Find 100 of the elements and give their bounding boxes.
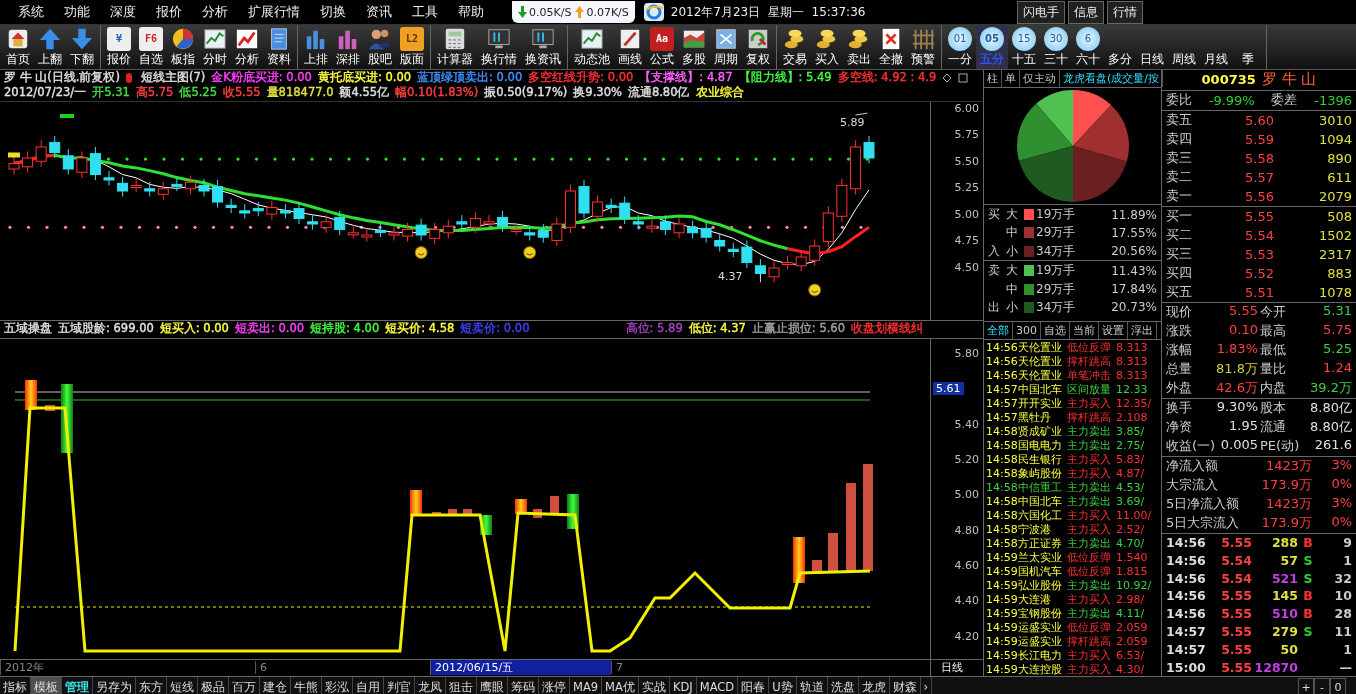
toolbar-button[interactable]: 05 五分 bbox=[976, 25, 1008, 69]
list-tab[interactable]: 自选 bbox=[1041, 321, 1070, 339]
toolbar-button[interactable]: 换资讯 bbox=[521, 25, 565, 69]
menu-item[interactable]: 分析 bbox=[192, 3, 238, 21]
zoom-control[interactable]: - bbox=[1314, 678, 1330, 694]
panel-tab[interactable]: 仅主动 bbox=[1020, 70, 1060, 88]
list-tab[interactable]: 300 bbox=[1013, 321, 1041, 339]
level-price: 5.60 bbox=[1244, 112, 1274, 128]
template-tab[interactable]: 牛熊 bbox=[291, 677, 322, 694]
zoom-control[interactable]: + bbox=[1298, 678, 1314, 694]
toolbar-button[interactable]: 分时 bbox=[199, 25, 231, 69]
template-tab[interactable]: 判官 bbox=[384, 677, 415, 694]
toolbar-button[interactable]: 上翻 bbox=[34, 25, 66, 69]
template-tab[interactable]: 百万 bbox=[229, 677, 260, 694]
panel-tab[interactable]: 龙虎看盘(成交量/按 bbox=[1060, 70, 1163, 88]
toolbar-button[interactable]: F6 自选 bbox=[135, 25, 167, 69]
menu-item[interactable]: 帮助 bbox=[448, 3, 494, 21]
toolbar-button[interactable]: 01 一分 bbox=[944, 25, 976, 69]
template-tab[interactable]: 建仓 bbox=[260, 677, 291, 694]
menu-item[interactable]: 功能 bbox=[54, 3, 100, 21]
toolbar-button[interactable]: 首页 bbox=[2, 25, 34, 69]
header-button[interactable]: 闪电手 bbox=[1017, 0, 1065, 24]
template-tab[interactable]: 东方 bbox=[136, 677, 167, 694]
template-tab[interactable]: 另存为 bbox=[93, 677, 136, 694]
template-tab[interactable]: 阳春 bbox=[738, 677, 770, 694]
toolbar-button[interactable]: 下翻 bbox=[66, 25, 98, 69]
toolbar-button[interactable]: 月线 bbox=[1200, 25, 1232, 69]
header-button[interactable]: 行情 bbox=[1107, 0, 1143, 24]
template-tab[interactable]: 鹰眼 bbox=[477, 677, 508, 694]
template-tab[interactable]: 狙击 bbox=[446, 677, 477, 694]
list-tab[interactable]: 当前 bbox=[1070, 321, 1099, 339]
toolbar-button[interactable]: 多分 bbox=[1104, 25, 1136, 69]
template-tab[interactable]: 模板 bbox=[31, 677, 62, 694]
template-tab[interactable]: 龙虎 bbox=[858, 677, 890, 694]
toolbar-button[interactable]: 复权 bbox=[742, 25, 774, 69]
toolbar-button[interactable]: 分析 bbox=[231, 25, 263, 69]
template-tab[interactable]: 涨停 bbox=[539, 677, 570, 694]
template-tab[interactable]: 极品 bbox=[198, 677, 229, 694]
side-label: 买 bbox=[988, 206, 1001, 224]
template-tab[interactable]: MA9 bbox=[570, 677, 603, 694]
toolbar-button[interactable]: 上排 bbox=[300, 25, 332, 69]
toolbar-button[interactable]: 动态池 bbox=[570, 25, 614, 69]
template-tab[interactable]: 短线 bbox=[167, 677, 198, 694]
toolbar-button[interactable]: L2 版面 bbox=[396, 25, 428, 69]
list-tab[interactable]: 浮出 bbox=[1128, 321, 1157, 339]
panel-tab[interactable]: 单 bbox=[1002, 70, 1020, 88]
toolbar-button[interactable]: 周期 bbox=[710, 25, 742, 69]
toolbar-button[interactable]: Aa 公式 bbox=[646, 25, 678, 69]
list-tab[interactable]: 设置 bbox=[1099, 321, 1128, 339]
menu-item[interactable]: 系统 bbox=[8, 3, 54, 21]
template-tab[interactable]: KDJ bbox=[669, 677, 697, 694]
template-tab[interactable]: U势 bbox=[769, 677, 797, 694]
template-tab[interactable]: 轨道 bbox=[796, 677, 828, 694]
square-icon[interactable] bbox=[958, 72, 969, 83]
template-tab[interactable]: 龙凤 bbox=[415, 677, 446, 694]
toolbar-button[interactable]: ¥ 报价 bbox=[103, 25, 135, 69]
toolbar-button[interactable]: 卖出 bbox=[843, 25, 875, 69]
toolbar-button[interactable]: 预警 bbox=[907, 25, 939, 69]
toolbar-button[interactable]: 日线 bbox=[1136, 25, 1168, 69]
toolbar-button[interactable]: 30 三十 bbox=[1040, 25, 1072, 69]
toolbar-button[interactable]: 15 十五 bbox=[1008, 25, 1040, 69]
template-tab[interactable]: 实战 bbox=[638, 677, 670, 694]
toolbar-button[interactable]: 换行情 bbox=[477, 25, 521, 69]
menu-item[interactable]: 工具 bbox=[402, 3, 448, 21]
toolbar-button[interactable]: 画线 bbox=[614, 25, 646, 69]
more-tabs-button[interactable]: › bbox=[920, 677, 933, 694]
template-tab[interactable]: 洗盘 bbox=[827, 677, 859, 694]
smiley-icon bbox=[808, 283, 822, 297]
toolbar-button[interactable]: 全撤 bbox=[875, 25, 907, 69]
toolbar-button[interactable]: 深排 bbox=[332, 25, 364, 69]
toolbar-button[interactable]: 计算器 bbox=[433, 25, 477, 69]
diamond-icon[interactable] bbox=[942, 72, 953, 83]
header-button[interactable]: 信息 bbox=[1068, 0, 1104, 24]
template-tab[interactable]: MACD bbox=[696, 677, 739, 694]
menu-item[interactable]: 扩展行情 bbox=[238, 3, 310, 21]
toolbar-button[interactable]: 交易 bbox=[779, 25, 811, 69]
field-value: 8.80亿 bbox=[1310, 418, 1352, 437]
template-tab[interactable]: 自用 bbox=[353, 677, 384, 694]
toolbar-button[interactable]: 买入 bbox=[811, 25, 843, 69]
toolbar-button[interactable]: 资料 bbox=[263, 25, 295, 69]
toolbar-button[interactable]: 季 bbox=[1232, 25, 1264, 69]
template-tab[interactable]: MA优 bbox=[602, 677, 639, 694]
list-tab[interactable]: 全部 bbox=[984, 321, 1013, 339]
toolbar-button[interactable]: 板指 bbox=[167, 25, 199, 69]
toolbar-button[interactable]: 股吧 bbox=[364, 25, 396, 69]
template-tab[interactable]: 管理 bbox=[62, 677, 93, 694]
menu-item[interactable]: 资讯 bbox=[356, 3, 402, 21]
candlestick bbox=[524, 225, 536, 241]
template-tab[interactable]: 财森 bbox=[889, 677, 921, 694]
template-tab[interactable]: 筹码 bbox=[508, 677, 539, 694]
template-tab[interactable]: 彩泓 bbox=[322, 677, 353, 694]
menu-item[interactable]: 切换 bbox=[310, 3, 356, 21]
browser-icon[interactable] bbox=[642, 2, 665, 22]
toolbar-button[interactable]: 周线 bbox=[1168, 25, 1200, 69]
toolbar-button[interactable]: 6 六十 bbox=[1072, 25, 1104, 69]
menu-item[interactable]: 深度 bbox=[100, 3, 146, 21]
menu-item[interactable]: 报价 bbox=[146, 3, 192, 21]
toolbar-button[interactable]: 多股 bbox=[678, 25, 710, 69]
zoom-control[interactable]: 0 bbox=[1330, 678, 1346, 694]
panel-tab[interactable]: 柱 bbox=[984, 70, 1002, 88]
